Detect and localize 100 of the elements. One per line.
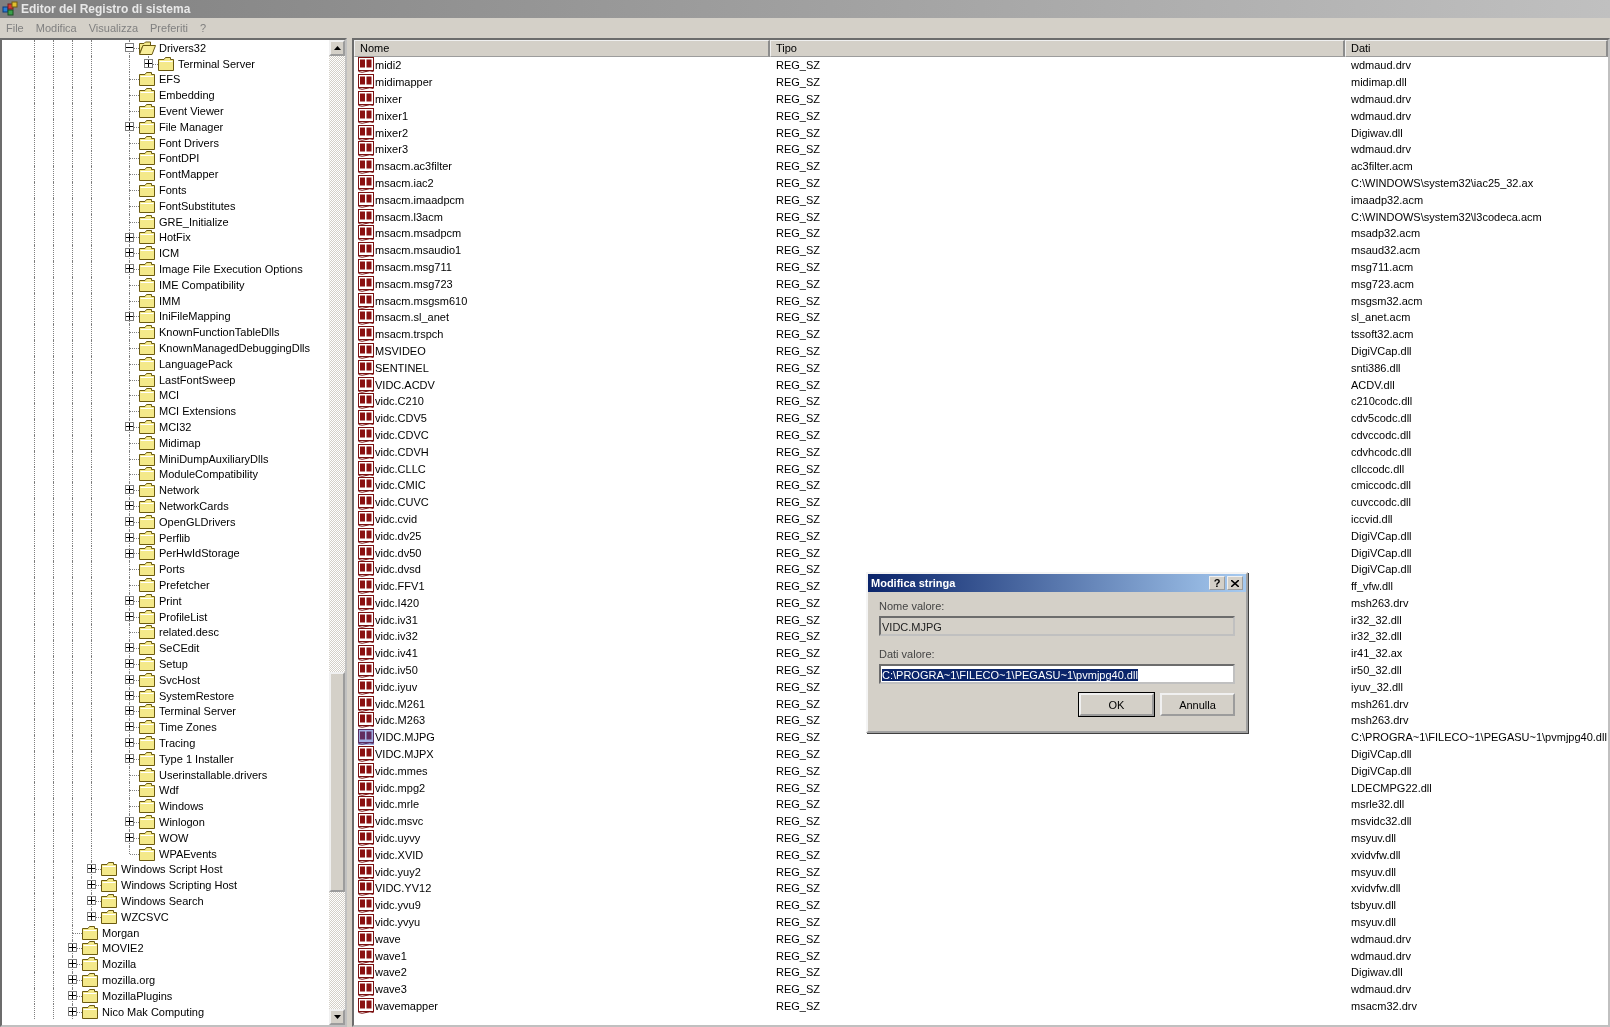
expand-button[interactable] <box>68 943 77 953</box>
value-name[interactable]: msacm.trspch <box>375 328 444 341</box>
value-name[interactable]: vidc.dv25 <box>375 529 422 542</box>
value-name[interactable]: wave1 <box>375 949 407 962</box>
expand-button[interactable] <box>125 595 134 605</box>
value-name[interactable]: mixer2 <box>375 126 408 139</box>
tree-item[interactable]: MCI Extensions <box>159 405 237 418</box>
tree-item[interactable]: MOVIE2 <box>102 942 144 955</box>
expand-button[interactable] <box>125 485 134 495</box>
tree-item[interactable]: Fonts <box>159 184 187 197</box>
value-name[interactable]: vidc.uyvy <box>375 832 421 845</box>
value-name[interactable]: vidc.mrle <box>375 798 419 811</box>
value-name[interactable]: vidc.yvyu <box>375 916 421 929</box>
tree-item[interactable]: File Manager <box>159 120 224 133</box>
expand-button[interactable] <box>125 264 134 274</box>
tree-item[interactable]: IMM <box>159 294 181 307</box>
tree-item[interactable]: WPAEvents <box>159 847 217 860</box>
value-name[interactable]: vidc.CLLC <box>375 462 426 475</box>
tree-item[interactable]: LastFontSweep <box>159 373 236 386</box>
value-name[interactable]: wave2 <box>375 966 407 979</box>
expand-button[interactable] <box>125 643 134 653</box>
tree-item[interactable]: Prefetcher <box>159 579 210 591</box>
tree-item[interactable]: Wdf <box>159 784 179 797</box>
collapse-button[interactable] <box>125 43 134 52</box>
value-name[interactable]: VIDC.ACDV <box>375 378 435 391</box>
expand-button[interactable] <box>125 817 134 827</box>
ok-button[interactable]: OK <box>1079 693 1154 716</box>
tree-item[interactable]: Morgan <box>102 926 140 939</box>
value-name[interactable]: vidc.FFV1 <box>375 580 425 593</box>
tree-item[interactable]: IME Compatibility <box>159 278 245 291</box>
scroll-down-button[interactable] <box>329 1009 345 1025</box>
value-name[interactable]: vidc.msvc <box>375 815 424 828</box>
tree-item[interactable]: ProfileList <box>159 610 208 623</box>
tree-item[interactable]: FontMapper <box>159 168 219 181</box>
value-name[interactable]: vidc.CDV5 <box>375 412 427 425</box>
value-name[interactable]: msacm.l3acm <box>375 210 443 223</box>
input-field[interactable]: C:\PROGRA~1\FILECO~1\PEGASU~1\pvmjpg40.dll <box>879 664 1235 684</box>
expand-button[interactable] <box>125 659 134 669</box>
tree-item[interactable]: Userinstallable.drivers <box>159 768 268 781</box>
tree-item[interactable]: Windows Script Host <box>121 863 223 876</box>
value-name[interactable]: SENTINEL <box>375 361 429 374</box>
value-name[interactable]: vidc.CDVH <box>375 445 429 458</box>
value-name[interactable]: vidc.iv32 <box>375 630 418 643</box>
scrollbar[interactable] <box>329 40 345 1025</box>
value-name[interactable]: vidc.CMIC <box>375 479 426 492</box>
value-name[interactable]: vidc.mpg2 <box>375 781 426 794</box>
value-name[interactable]: msacm.msg711 <box>375 260 452 273</box>
tree-item[interactable]: OpenGLDrivers <box>159 515 236 528</box>
value-name[interactable]: msacm.ac3filter <box>375 160 453 173</box>
tree-item[interactable]: Drivers32 <box>159 41 207 54</box>
expand-button[interactable] <box>125 611 134 621</box>
value-name[interactable]: VIDC.MJPG <box>375 731 435 744</box>
value-name[interactable]: vidc.dvsd <box>375 563 421 576</box>
tree-item[interactable]: KnownFunctionTableDlls <box>159 326 280 339</box>
tree-item[interactable]: Mozilla <box>102 958 137 971</box>
value-name[interactable]: vidc.mmes <box>375 764 428 777</box>
value-name[interactable]: midi2 <box>375 59 402 72</box>
expand-button[interactable] <box>125 501 134 511</box>
tree-item[interactable]: Windows <box>159 800 204 813</box>
tree-item[interactable]: ModuleCompatibility <box>159 468 259 481</box>
scroll-thumb[interactable] <box>329 671 345 892</box>
tree-item[interactable]: mozilla.org <box>102 973 156 986</box>
expand-button[interactable] <box>125 722 134 732</box>
tree-item[interactable]: Terminal Server <box>178 57 256 70</box>
tree-item[interactable]: Embedding <box>159 89 215 102</box>
expand-button[interactable] <box>68 975 77 984</box>
tree-item[interactable]: Setup <box>159 657 188 670</box>
tree-item[interactable]: Ports <box>159 563 185 576</box>
value-name[interactable]: vidc.iv31 <box>375 613 418 626</box>
expand-button[interactable] <box>125 422 134 432</box>
expand-button[interactable] <box>125 248 134 258</box>
expand-button[interactable] <box>125 122 134 131</box>
expand-button[interactable] <box>125 690 134 700</box>
close-button[interactable] <box>1227 576 1243 590</box>
value-name[interactable]: msacm.msgsm610 <box>375 294 468 307</box>
expand-button[interactable] <box>144 58 153 68</box>
value-name[interactable]: vidc.dv50 <box>375 546 422 559</box>
expand-button[interactable] <box>125 674 134 684</box>
expand-button[interactable] <box>87 911 96 921</box>
tree-item[interactable]: Windows Search <box>121 894 204 907</box>
value-name[interactable]: VIDC.MJPX <box>375 748 434 761</box>
value-name[interactable]: mixer <box>375 93 402 105</box>
tree-item[interactable]: SeCEdit <box>159 642 200 655</box>
tree-item[interactable]: Terminal Server <box>159 705 237 718</box>
value-name[interactable]: msacm.msaudio1 <box>375 244 462 257</box>
value-name[interactable]: mixer1 <box>375 109 408 122</box>
value-name[interactable]: vidc.yvu9 <box>375 899 421 912</box>
tree-item[interactable]: Winlogon <box>159 815 205 828</box>
value-name[interactable]: vidc.CDVC <box>375 428 429 441</box>
value-name[interactable]: VIDC.YV12 <box>375 882 432 895</box>
expand-button[interactable] <box>87 864 96 874</box>
expand-button[interactable] <box>125 706 134 716</box>
column-header[interactable]: Dati <box>1345 40 1608 57</box>
tree-item[interactable]: FontSubstitutes <box>159 199 236 212</box>
value-name[interactable]: vidc.M261 <box>375 697 426 710</box>
tree-item[interactable]: NetworkCards <box>159 500 229 512</box>
tree-item[interactable]: EFS <box>159 73 181 86</box>
expand-button[interactable] <box>125 753 134 763</box>
tree-item[interactable]: WZCSVC <box>121 910 169 923</box>
value-name[interactable]: midimapper <box>375 76 433 89</box>
